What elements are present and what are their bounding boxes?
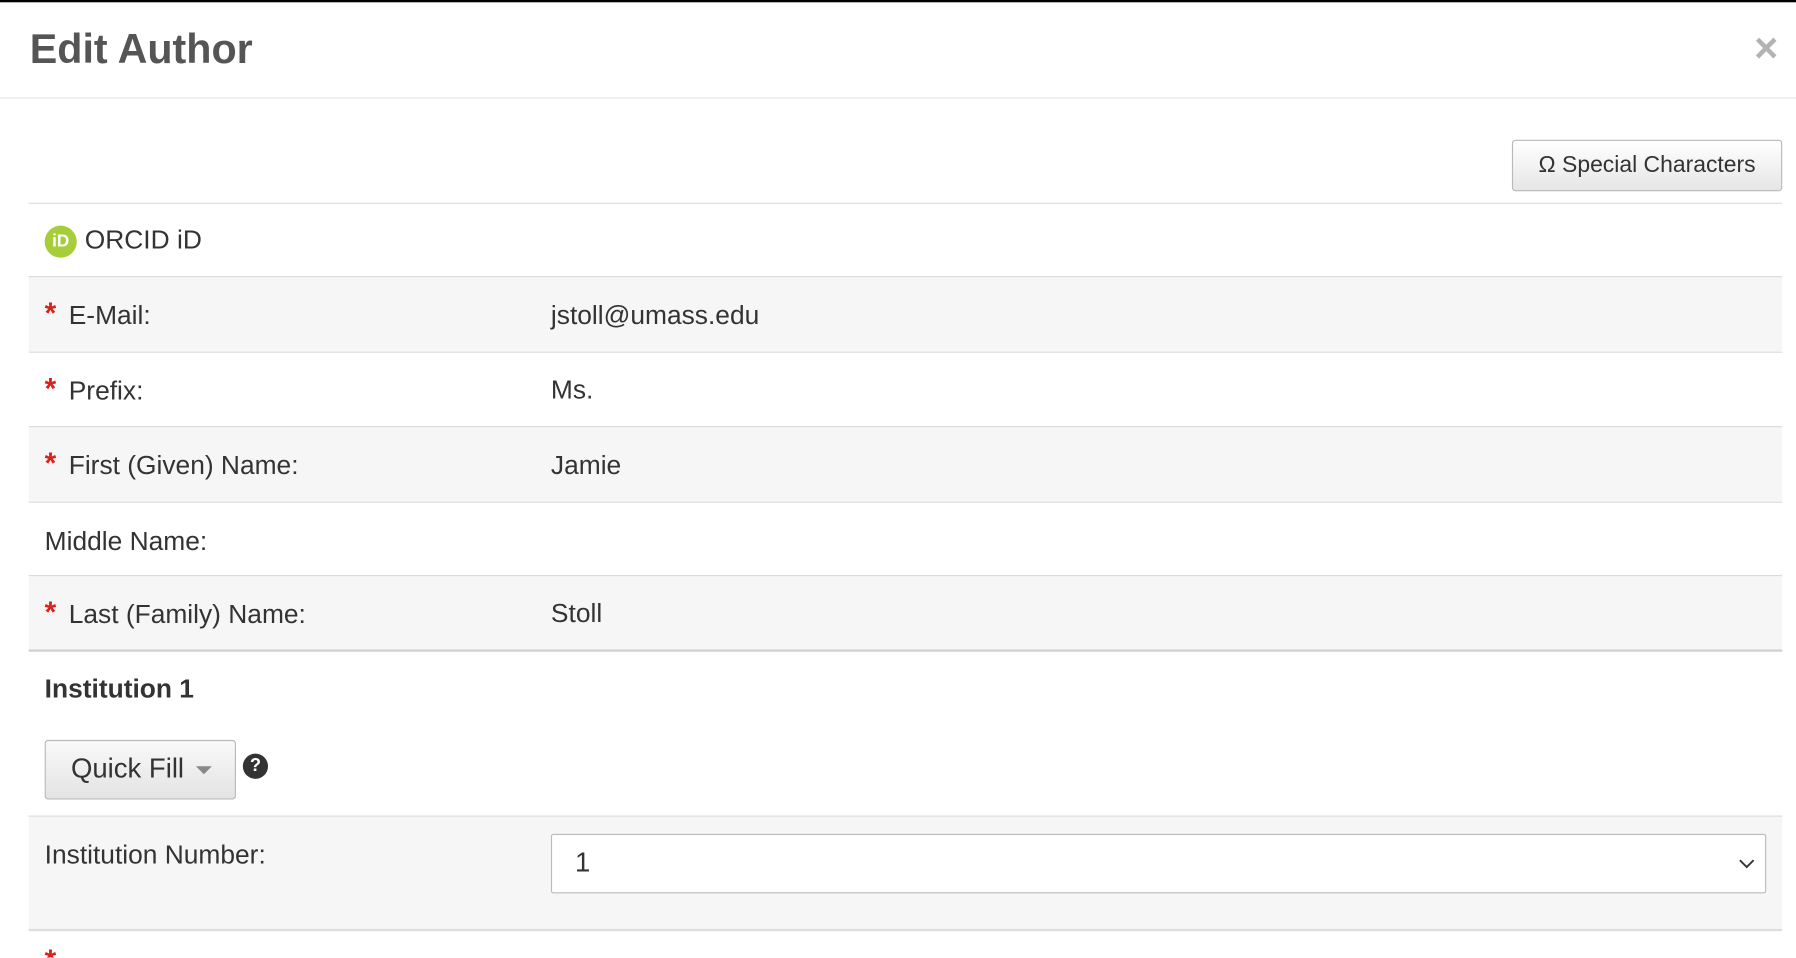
required-marker: * — [44, 445, 57, 480]
institution-number-select[interactable]: 1 — [550, 833, 1767, 894]
quick-fill-button[interactable]: Quick Fill — [44, 739, 236, 800]
required-marker: * — [44, 295, 57, 330]
prefix-value: Ms. — [550, 374, 594, 405]
required-marker: * — [44, 594, 57, 629]
middle-name-row: Middle Name: — [28, 501, 1783, 575]
first-name-value: Jamie — [550, 450, 622, 480]
next-row-partial: * — [28, 930, 1783, 958]
institution-number-row: Institution Number: 1 — [28, 815, 1783, 931]
last-name-label: Last (Family) Name: — [68, 599, 306, 629]
first-name-label: First (Given) Name: — [68, 450, 299, 480]
last-name-row: * Last (Family) Name: Stoll — [28, 574, 1783, 652]
dialog-header: Edit Author × — [0, 2, 1796, 99]
institution-number-label: Institution Number: — [44, 839, 266, 870]
required-marker: * — [45, 943, 57, 958]
orcid-row: iD ORCID iD — [28, 202, 1783, 276]
institution-section-title: Institution 1 — [44, 673, 194, 704]
required-marker: * — [44, 371, 57, 406]
institution-number-value: 1 — [574, 847, 591, 879]
prefix-row: * Prefix: Ms. — [28, 351, 1783, 426]
edit-author-dialog: Edit Author × Ω Special Characters iD OR… — [0, 0, 1796, 958]
caret-down-icon — [195, 766, 212, 775]
middle-name-label: Middle Name: — [44, 525, 208, 556]
last-name-value: Stoll — [550, 597, 603, 628]
email-value: jstoll@umass.edu — [550, 300, 760, 330]
special-characters-button[interactable]: Ω Special Characters — [1511, 139, 1783, 192]
orcid-label[interactable]: ORCID iD — [85, 224, 202, 255]
chevron-down-icon — [1739, 859, 1755, 869]
quick-fill-label: Quick Fill — [71, 753, 185, 785]
email-label: E-Mail: — [68, 300, 151, 330]
orcid-icon: iD — [44, 225, 77, 258]
prefix-label: Prefix: — [68, 375, 144, 406]
email-row: * E-Mail: jstoll@umass.edu — [28, 276, 1783, 352]
dialog-title: Edit Author — [29, 25, 253, 73]
close-icon[interactable]: × — [1750, 27, 1782, 68]
first-name-row: * First (Given) Name: Jamie — [28, 426, 1783, 502]
question-circle-icon[interactable]: ? — [242, 753, 269, 779]
